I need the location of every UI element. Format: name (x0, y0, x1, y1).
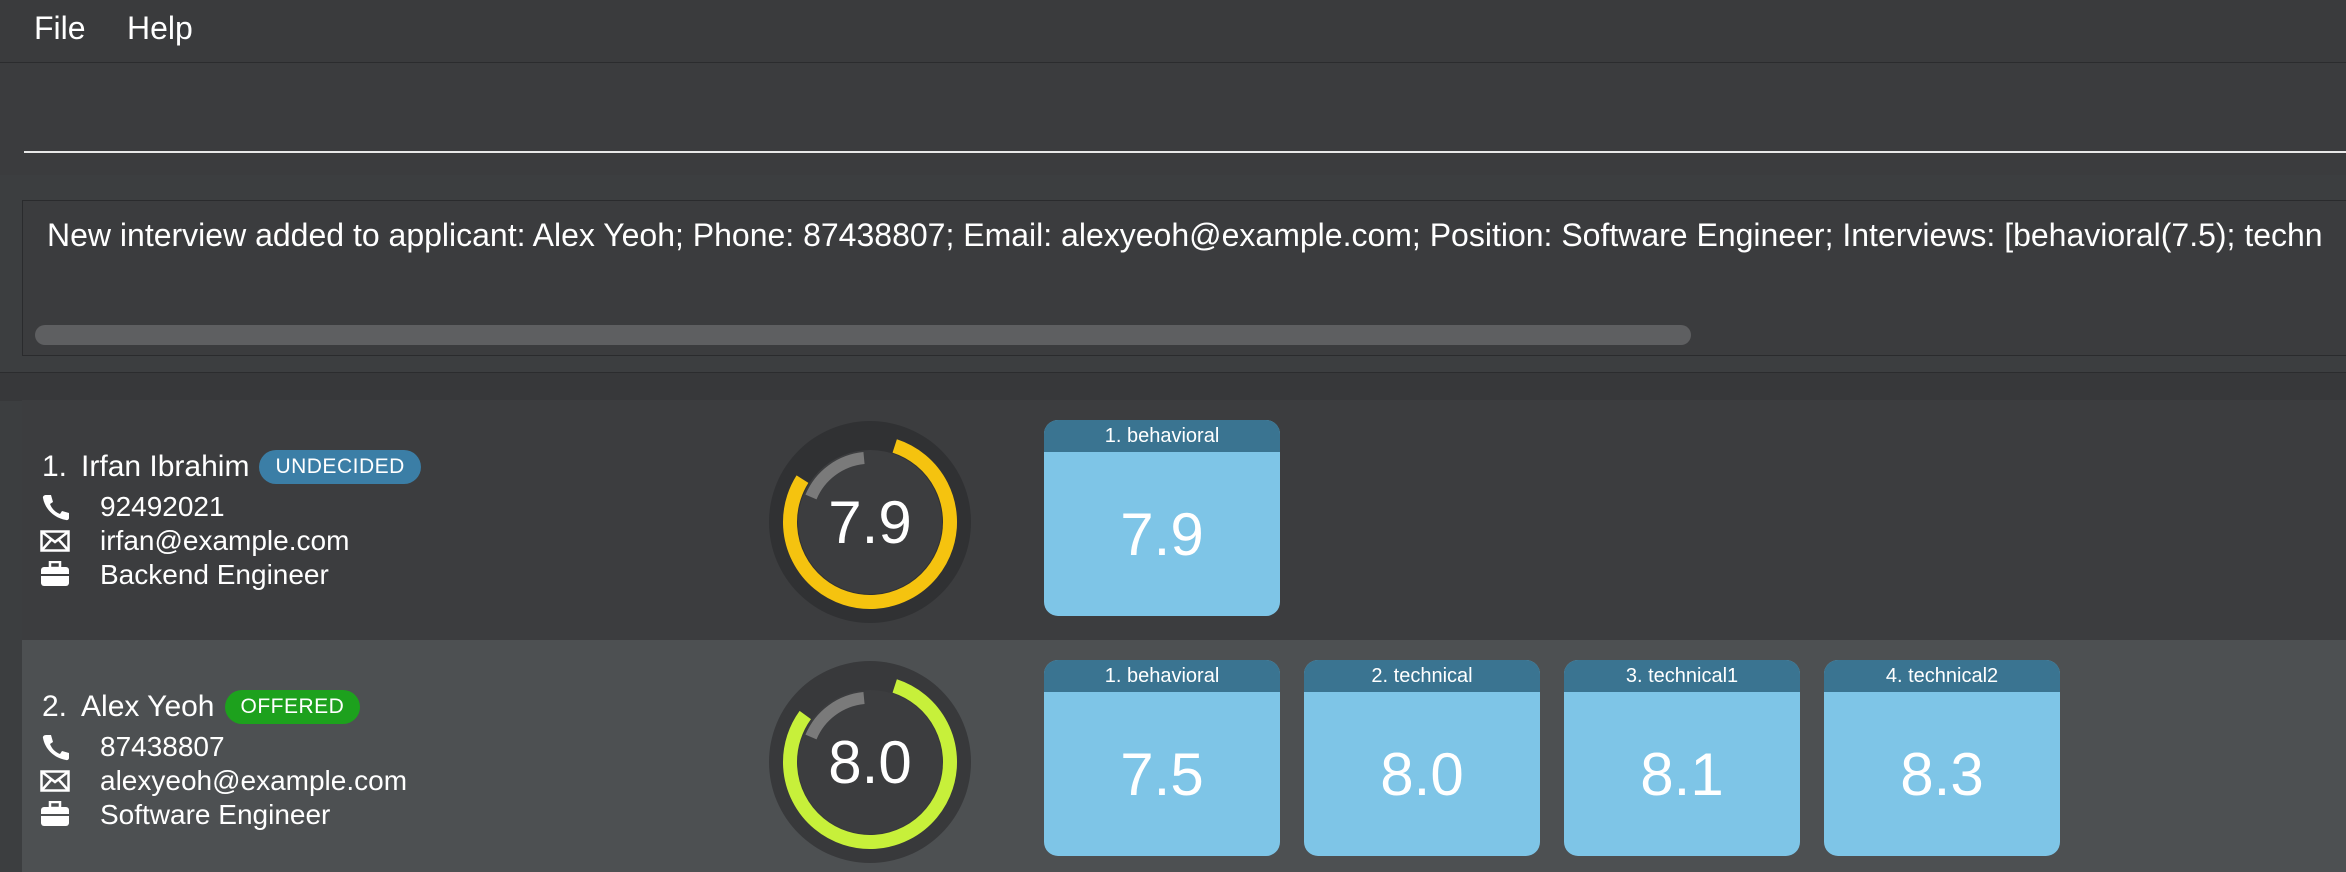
status-badge: UNDECIDED (259, 450, 421, 484)
phone-icon (40, 493, 72, 521)
applicant-card[interactable]: 1. Irfan Ibrahim UNDECIDED 92492021 irfa… (22, 400, 2346, 640)
result-text: New interview added to applicant: Alex Y… (47, 217, 2323, 253)
email-field: alexyeoh@example.com (40, 765, 407, 797)
interview-score-tile: 1. behavioral 7.5 (1044, 660, 1280, 856)
interview-label: 2. technical (1304, 660, 1540, 692)
phone-value: 92492021 (100, 491, 225, 522)
overall-score-value: 7.9 (828, 488, 912, 556)
command-box-area (0, 63, 2346, 175)
interview-score-tile: 1. behavioral 7.9 (1044, 420, 1280, 616)
interview-score: 8.3 (1900, 740, 1984, 808)
menu-bar: File Help (0, 0, 2346, 63)
overall-score-gauge: 8.0 (768, 660, 972, 864)
position-field: Software Engineer (40, 799, 330, 831)
phone-field: 92492021 (40, 491, 225, 523)
phone-value: 87438807 (100, 731, 225, 762)
interview-score: 7.5 (1120, 740, 1204, 808)
applicant-name: Irfan Ibrahim (81, 450, 250, 483)
applicant-name: Alex Yeoh (81, 690, 215, 723)
interview-score: 8.1 (1640, 740, 1724, 808)
interview-score: 8.0 (1380, 740, 1464, 808)
applicant-name-line: 2. Alex Yeoh OFFERED (42, 690, 361, 724)
result-display: New interview added to applicant: Alex Y… (22, 200, 2346, 356)
applicant-index: 1. (42, 450, 68, 483)
overall-score-gauge: 7.9 (768, 420, 972, 624)
command-input[interactable] (24, 63, 2346, 153)
interview-score-tile: 2. technical 8.0 (1304, 660, 1540, 856)
interview-score: 7.9 (1120, 500, 1204, 568)
interview-label: 3. technical1 (1564, 660, 1800, 692)
applicant-card[interactable]: 2. Alex Yeoh OFFERED 87438807 alexyeoh@e… (22, 640, 2346, 872)
briefcase-icon (40, 560, 72, 589)
applicant-index: 2. (42, 690, 68, 723)
menu-help[interactable]: Help (127, 10, 193, 47)
result-horizontal-scrollbar[interactable] (35, 325, 1691, 345)
menu-file[interactable]: File (34, 10, 86, 47)
briefcase-icon (40, 800, 72, 829)
position-value: Software Engineer (100, 799, 331, 830)
applicant-name-line: 1. Irfan Ibrahim UNDECIDED (42, 450, 421, 484)
phone-icon (40, 733, 72, 761)
email-field: irfan@example.com (40, 525, 349, 557)
interview-label: 4. technical2 (1824, 660, 2060, 692)
interview-label: 1. behavioral (1044, 420, 1280, 452)
position-field: Backend Engineer (40, 559, 329, 591)
email-icon (40, 527, 72, 555)
email-value: alexyeoh@example.com (100, 765, 408, 796)
email-icon (40, 767, 72, 795)
interview-label: 1. behavioral (1044, 660, 1280, 692)
email-value: irfan@example.com (100, 525, 350, 556)
overall-score-value: 8.0 (828, 728, 912, 796)
interview-score-tile: 3. technical1 8.1 (1564, 660, 1800, 856)
panel-divider (0, 372, 2346, 401)
interview-score-tile: 4. technical2 8.3 (1824, 660, 2060, 856)
position-value: Backend Engineer (100, 559, 329, 590)
status-badge: OFFERED (224, 690, 361, 724)
phone-field: 87438807 (40, 731, 225, 763)
